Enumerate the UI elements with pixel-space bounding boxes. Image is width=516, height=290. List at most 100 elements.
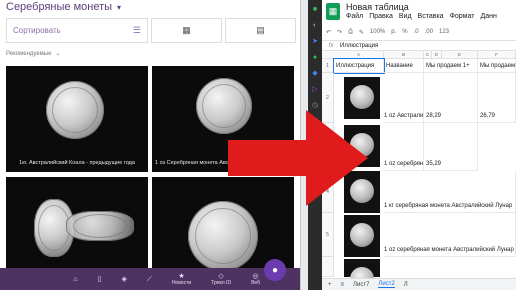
- column-header[interactable]: F: [478, 51, 516, 59]
- chevron-down-icon: ▾: [117, 2, 122, 12]
- cell-name[interactable]: 1 oz серебряная монета Австралийский Лун…: [384, 213, 516, 257]
- cell-name[interactable]: 1 oz Австралийс: [384, 73, 424, 123]
- heart-icon[interactable]: ♡: [312, 118, 318, 125]
- whatsapp-icon[interactable]: ●: [313, 54, 317, 61]
- nav-chart[interactable]: ⟋: [147, 276, 152, 283]
- cell-name-header[interactable]: Название: [384, 59, 424, 73]
- screen: Серебряные монеты ▾ Сортировать ☰ ▦ ▤ Ре…: [0, 0, 516, 290]
- menu-format[interactable]: Формат: [450, 13, 475, 20]
- row-header[interactable]: [322, 257, 334, 277]
- fx-label: fx: [328, 42, 334, 49]
- filter-icon: ☰: [132, 25, 141, 35]
- recommended-dropdown[interactable]: Рекомендуемые ⌄: [6, 50, 61, 58]
- zoom-select[interactable]: 100%: [370, 29, 385, 35]
- cell-sell-header[interactable]: Мы продаем 1+: [424, 59, 478, 73]
- list-icon: ▤: [256, 25, 265, 35]
- row-header[interactable]: 2: [322, 73, 334, 123]
- coin-image: [66, 211, 134, 241]
- coin-image: [46, 81, 104, 139]
- nav-catalog[interactable]: ▯: [98, 276, 102, 283]
- tab-more[interactable]: Л: [404, 282, 408, 288]
- row-header[interactable]: 1: [322, 59, 334, 73]
- sort-button[interactable]: Сортировать ☰: [6, 18, 148, 43]
- format-select[interactable]: 123: [439, 29, 449, 35]
- download-icon[interactable]: ↓: [313, 134, 317, 141]
- menu-view[interactable]: Вид: [399, 13, 412, 20]
- sheets-toolbar: ↶ ↷ ⎙ ✎ 100% р. % .0 .00 123: [326, 26, 516, 38]
- shield-icon: ◇: [218, 272, 224, 280]
- row-header[interactable]: 5: [322, 213, 334, 257]
- grid-icon: ▦: [182, 25, 191, 35]
- all-sheets-button[interactable]: ≡: [341, 282, 345, 288]
- column-header[interactable]: C: [424, 51, 432, 59]
- product-caption: 1кг. Австралийский Коала - предыдущие го…: [19, 160, 135, 166]
- list-view-button[interactable]: ▤: [225, 18, 296, 43]
- gem-icon: ◈: [121, 275, 127, 283]
- nav-home[interactable]: ⌂: [73, 276, 77, 283]
- settings-icon[interactable]: ⚙: [312, 150, 318, 157]
- column-headers: A B C D E F: [322, 51, 516, 59]
- nav-news[interactable]: ★ Новости: [172, 273, 191, 286]
- cell-buy-header[interactable]: Мы продаем: [478, 59, 516, 73]
- recommended-label: Рекомендуемые: [6, 50, 52, 57]
- nav-gem[interactable]: ◈: [122, 276, 127, 283]
- redo-icon[interactable]: ↷: [337, 29, 342, 36]
- percent-button[interactable]: %: [402, 29, 407, 35]
- nav-web[interactable]: ◎ Веб: [251, 273, 260, 286]
- menu-file[interactable]: Файл: [346, 13, 363, 20]
- bottom-nav: ⌂ ▯ ◈ ⟋ ★ Новости ◇ Трекл ID ◎ Веб: [0, 268, 300, 290]
- currency-button[interactable]: р.: [391, 29, 396, 35]
- print-icon[interactable]: ⎙: [348, 29, 353, 36]
- bulb-icon[interactable]: ○: [313, 166, 317, 173]
- nav-tracking[interactable]: ◇ Трекл ID: [211, 273, 231, 286]
- column-header[interactable]: D: [432, 51, 442, 59]
- bookmark-icon[interactable]: ▷: [312, 86, 317, 93]
- twitter-icon[interactable]: ◆: [312, 70, 317, 77]
- coin-thumbnail[interactable]: [344, 171, 380, 213]
- cell-name[interactable]: 1 oz серебряна: [384, 123, 424, 171]
- coin-thumbnail[interactable]: [344, 77, 380, 119]
- clock-icon[interactable]: ◷: [312, 102, 318, 109]
- column-header[interactable]: B: [384, 51, 424, 59]
- menu-edit[interactable]: Правка: [369, 13, 393, 20]
- cell-buy[interactable]: 26,79: [478, 73, 516, 123]
- formula-input[interactable]: Иллюстрация: [340, 43, 378, 49]
- sheets-app-icon[interactable]: ■: [313, 6, 317, 13]
- cell-sell[interactable]: 35,29: [424, 123, 478, 171]
- tab-sheet7[interactable]: Лист7: [353, 282, 369, 288]
- chevron-down-icon: ⌄: [55, 51, 61, 57]
- cell-name[interactable]: 1 кг серебряная монета Австралийский Лун…: [384, 171, 516, 213]
- coin-thumbnail[interactable]: [344, 259, 380, 290]
- category-header[interactable]: Серебряные монеты ▾: [6, 0, 121, 14]
- menu-insert[interactable]: Вставка: [418, 13, 444, 20]
- chat-button[interactable]: ●: [264, 259, 286, 281]
- sheets-logo-icon[interactable]: ▦: [326, 3, 340, 20]
- column-header[interactable]: E: [442, 51, 478, 59]
- window-divider[interactable]: [300, 0, 308, 290]
- tab-sheet2[interactable]: Лист2: [378, 281, 395, 288]
- increase-decimals-button[interactable]: .00: [425, 29, 433, 35]
- sort-label: Сортировать: [13, 26, 61, 35]
- grid-view-button[interactable]: ▦: [151, 18, 222, 43]
- menu-bar: Файл Правка Вид Вставка Формат Данн: [346, 13, 497, 20]
- cell-illustration-header[interactable]: Иллюстрация: [333, 58, 385, 74]
- coin-thumbnail[interactable]: [344, 125, 380, 167]
- cell-sell[interactable]: 28,29: [424, 73, 478, 123]
- news-icon: ★: [178, 272, 185, 280]
- decrease-decimals-button[interactable]: .0: [414, 29, 419, 35]
- menu-data[interactable]: Данн: [480, 13, 496, 20]
- document-title[interactable]: Новая таблица: [346, 2, 409, 12]
- coin-thumbnail[interactable]: [344, 215, 380, 257]
- paint-format-icon[interactable]: ✎: [359, 29, 364, 36]
- column-header[interactable]: A: [334, 51, 384, 59]
- undo-icon[interactable]: ↶: [326, 29, 331, 36]
- shop-toolbar: Сортировать ☰ ▦ ▤: [6, 18, 296, 43]
- messenger-icon[interactable]: ◐: [313, 22, 317, 29]
- row-header[interactable]: 3: [322, 123, 334, 171]
- coin-image: [188, 201, 258, 271]
- row-header[interactable]: 4: [322, 171, 334, 213]
- add-sheet-button[interactable]: +: [328, 282, 332, 288]
- product-card[interactable]: 1кг. Австралийский Коала - предыдущие го…: [6, 66, 148, 172]
- telegram-icon[interactable]: ➤: [312, 38, 318, 45]
- product-card[interactable]: 1 оз Серебряная монета Австралийский Лун…: [152, 66, 294, 172]
